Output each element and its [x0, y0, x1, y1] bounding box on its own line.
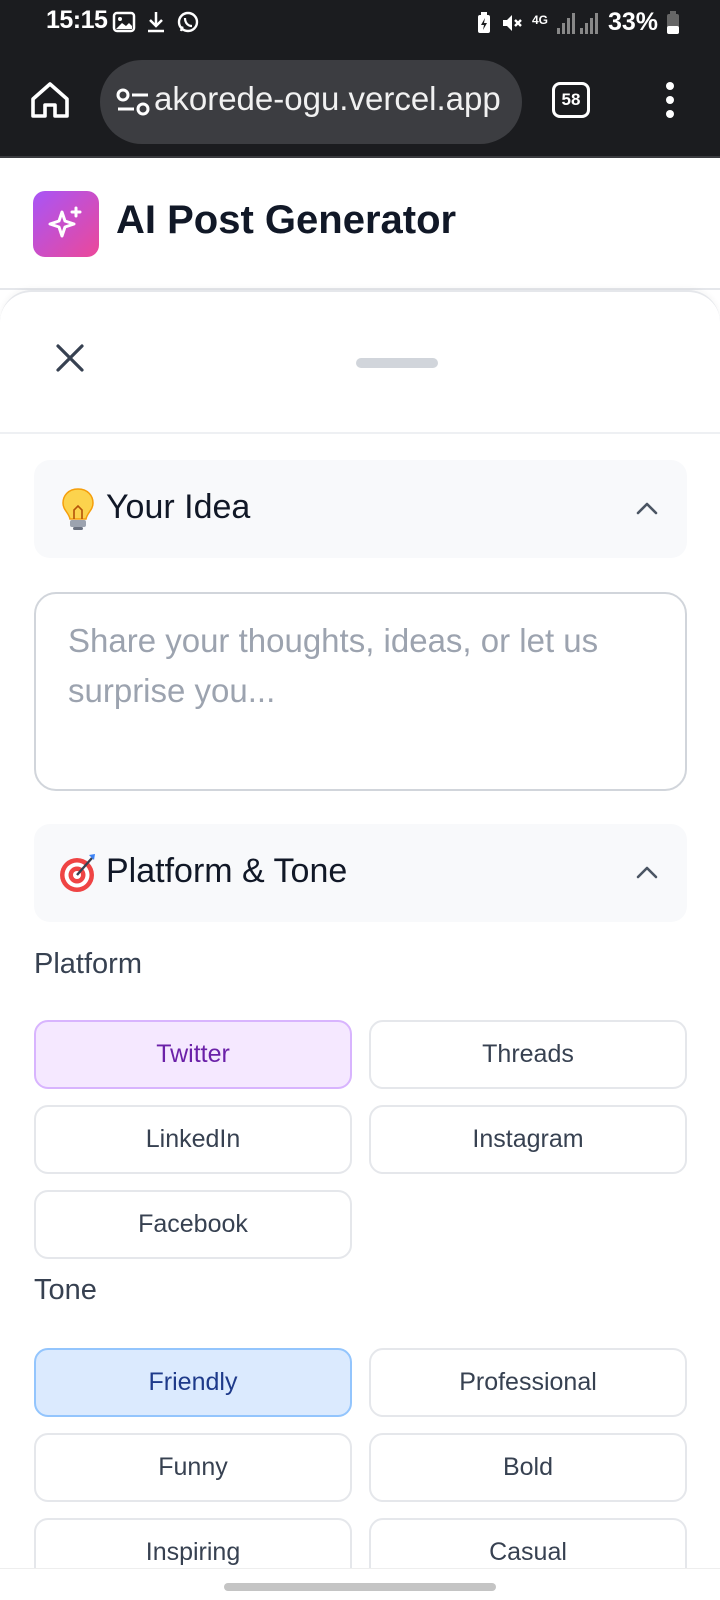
tab-count: 58: [561, 90, 581, 109]
drag-handle[interactable]: [356, 358, 438, 368]
tone-option-friendly[interactable]: Friendly: [34, 1348, 352, 1417]
home-icon[interactable]: [28, 78, 72, 122]
home-gesture-handle[interactable]: [224, 1583, 496, 1591]
tone-option-bold[interactable]: Bold: [369, 1433, 687, 1502]
idea-input[interactable]: [68, 616, 658, 766]
whatsapp-icon: [177, 11, 199, 33]
section-title-platform-tone: Platform & Tone: [106, 852, 348, 890]
battery-saver-icon: [477, 11, 490, 33]
network-type: 4G: [531, 12, 548, 27]
platform-option-instagram[interactable]: Instagram: [369, 1105, 687, 1174]
address-bar[interactable]: akorede-ogu.vercel.app: [100, 60, 522, 144]
lightbulb-icon: [62, 488, 94, 530]
status-notification-icons: [112, 10, 200, 34]
section-header-platform-tone[interactable]: Platform & Tone: [34, 824, 687, 922]
platform-label: Platform: [34, 948, 142, 980]
tab-switcher-button[interactable]: 58: [552, 82, 590, 118]
battery-icon: [667, 10, 679, 34]
gesture-nav-bar: [0, 1568, 720, 1600]
app-logo: [33, 191, 99, 257]
status-time: 15:15: [46, 6, 108, 34]
tone-option-inspiring[interactable]: Inspiring: [34, 1518, 352, 1568]
sheet-top-bar: [0, 292, 720, 434]
url-text[interactable]: akorede-ogu.vercel.app: [154, 80, 508, 118]
tone-option-funny[interactable]: Funny: [34, 1433, 352, 1502]
image-icon: [112, 11, 136, 33]
mute-icon: [502, 14, 522, 31]
site-settings-icon[interactable]: [116, 86, 150, 118]
target-icon: [60, 854, 95, 892]
tone-option-professional[interactable]: Professional: [369, 1348, 687, 1417]
app-title: AI Post Generator: [116, 198, 457, 242]
section-header-idea[interactable]: Your Idea: [34, 460, 687, 558]
tone-option-casual[interactable]: Casual: [369, 1518, 687, 1568]
browser-toolbar: akorede-ogu.vercel.app 58: [0, 46, 720, 158]
chevron-up-icon[interactable]: [635, 862, 659, 882]
tone-label: Tone: [34, 1274, 97, 1306]
bottom-sheet: Your Idea Platform & Tone Platform Twitt…: [0, 290, 720, 1568]
idea-input-container: [34, 592, 687, 791]
platform-option-facebook[interactable]: Facebook: [34, 1190, 352, 1259]
more-menu-icon[interactable]: [660, 80, 680, 120]
section-title-idea: Your Idea: [106, 488, 251, 526]
download-icon: [148, 12, 164, 33]
signal-icon: [556, 12, 598, 34]
platform-option-threads[interactable]: Threads: [369, 1020, 687, 1089]
app-header: AI Post Generator: [0, 158, 720, 290]
battery-percent: 33%: [607, 8, 658, 36]
status-bar: 15:15 4G 33%: [0, 0, 720, 46]
platform-option-linkedin[interactable]: LinkedIn: [34, 1105, 352, 1174]
chevron-up-icon[interactable]: [635, 498, 659, 518]
platform-option-twitter[interactable]: Twitter: [34, 1020, 352, 1089]
status-system-icons: 4G 33%: [476, 8, 680, 37]
sparkles-icon: [48, 206, 82, 238]
close-icon[interactable]: [52, 340, 88, 376]
